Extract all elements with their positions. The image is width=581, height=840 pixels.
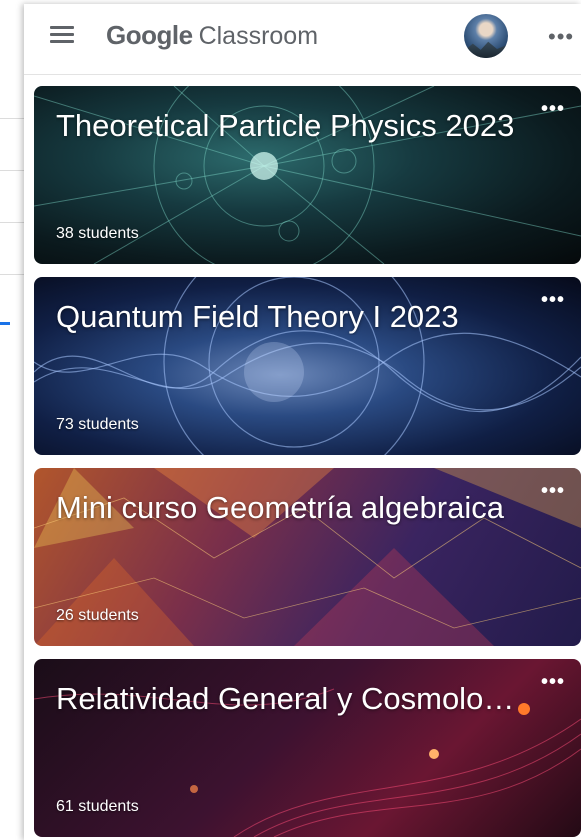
divider	[0, 222, 24, 223]
student-count: 73 students	[56, 416, 139, 433]
more-horizontal-icon[interactable]: •••	[541, 289, 565, 312]
course-card[interactable]: Theoretical Particle Physics 2023 38 stu…	[34, 86, 581, 264]
app-logo[interactable]: Google Classroom	[106, 20, 318, 54]
progress-indicator	[0, 322, 10, 325]
logo-classroom-text: Classroom	[198, 22, 319, 50]
course-title[interactable]: Mini curso Geometría algebraica	[56, 490, 516, 526]
more-horizontal-icon[interactable]: •••	[541, 98, 565, 121]
course-card[interactable]: Mini curso Geometría algebraica 26 stude…	[34, 468, 581, 646]
student-count: 38 students	[56, 225, 139, 242]
divider	[0, 170, 24, 171]
more-horizontal-icon[interactable]: •••	[541, 671, 565, 694]
divider	[0, 274, 24, 275]
more-horizontal-icon[interactable]: •••	[548, 24, 574, 50]
avatar[interactable]	[464, 14, 508, 58]
app-bar: Google Classroom •••	[24, 4, 581, 75]
more-horizontal-icon[interactable]: •••	[541, 480, 565, 503]
course-title[interactable]: Theoretical Particle Physics 2023	[56, 108, 516, 144]
student-count: 26 students	[56, 607, 139, 624]
course-card[interactable]: Relatividad General y Cosmología 61 stud…	[34, 659, 581, 837]
logo-google-text: Google	[106, 20, 193, 50]
course-title[interactable]: Quantum Field Theory I 2023	[56, 299, 516, 335]
classroom-panel: Google Classroom ••• Theoretical Particl…	[24, 4, 581, 840]
background-page-strip	[0, 0, 24, 840]
student-count: 61 students	[56, 798, 139, 815]
course-card[interactable]: Quantum Field Theory I 2023 73 students …	[34, 277, 581, 455]
menu-icon[interactable]	[50, 26, 74, 44]
divider	[0, 118, 24, 119]
course-title[interactable]: Relatividad General y Cosmología	[56, 681, 516, 717]
